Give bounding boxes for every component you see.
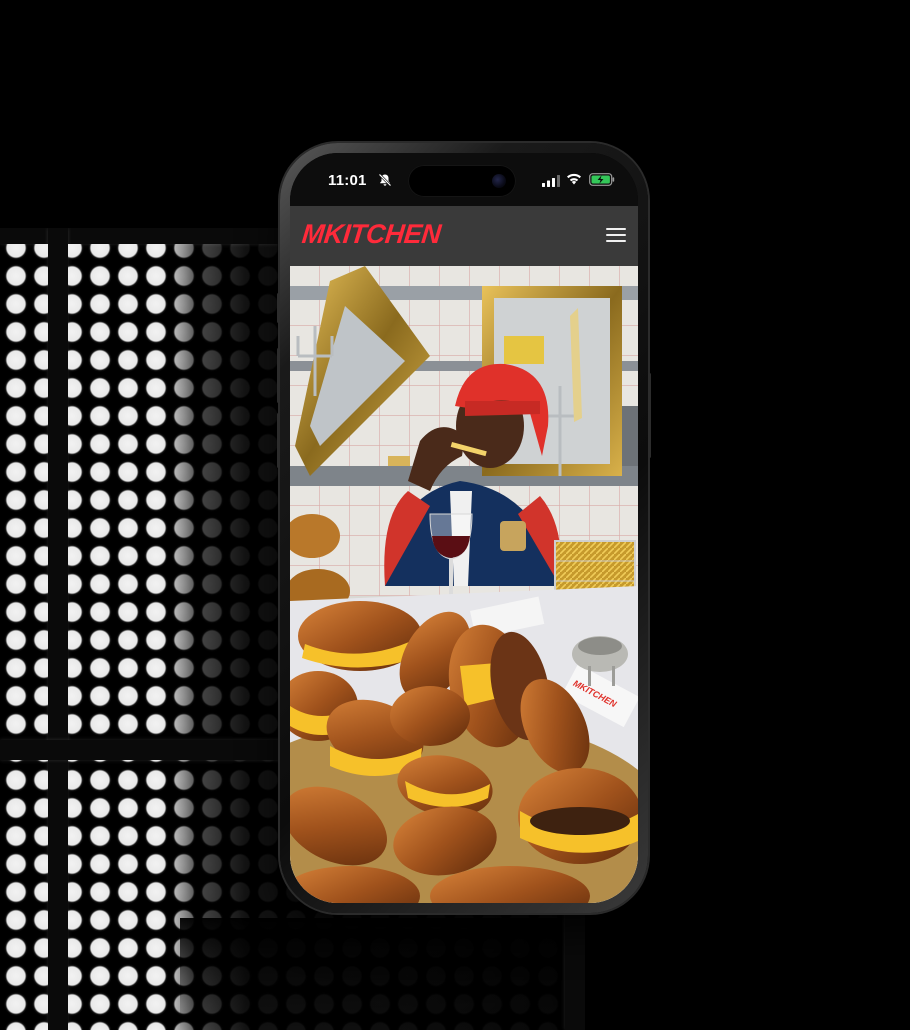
site-header: MKITCHEN: [290, 206, 638, 267]
phone-side-button: [277, 293, 280, 323]
wifi-icon: [566, 172, 582, 190]
phone-volume-down: [277, 413, 280, 468]
hero-image: MKITCHEN: [290, 266, 638, 903]
status-time: 11:01: [328, 172, 367, 189]
phone-screen: 11:01 MKITCHEN MKITCHEN: [290, 153, 638, 903]
status-bar: 11:01: [290, 153, 638, 208]
front-camera: [492, 174, 506, 188]
hamburger-menu-icon[interactable]: [606, 228, 626, 244]
brand-logo[interactable]: MKITCHEN: [300, 219, 442, 250]
phone-power-button: [648, 373, 651, 458]
hero-illustration: MKITCHEN: [290, 266, 638, 903]
mesh-frame-vertical: [48, 228, 68, 1030]
phone-mockup: 11:01 MKITCHEN MKITCHEN: [277, 143, 651, 913]
mesh-frame-vertical-right: [565, 908, 585, 1030]
battery-charging-icon: [589, 173, 615, 191]
dynamic-island: [408, 165, 516, 197]
signal-icon: [542, 174, 560, 192]
phone-volume-up: [277, 348, 280, 403]
bell-slash-icon: [378, 173, 392, 192]
